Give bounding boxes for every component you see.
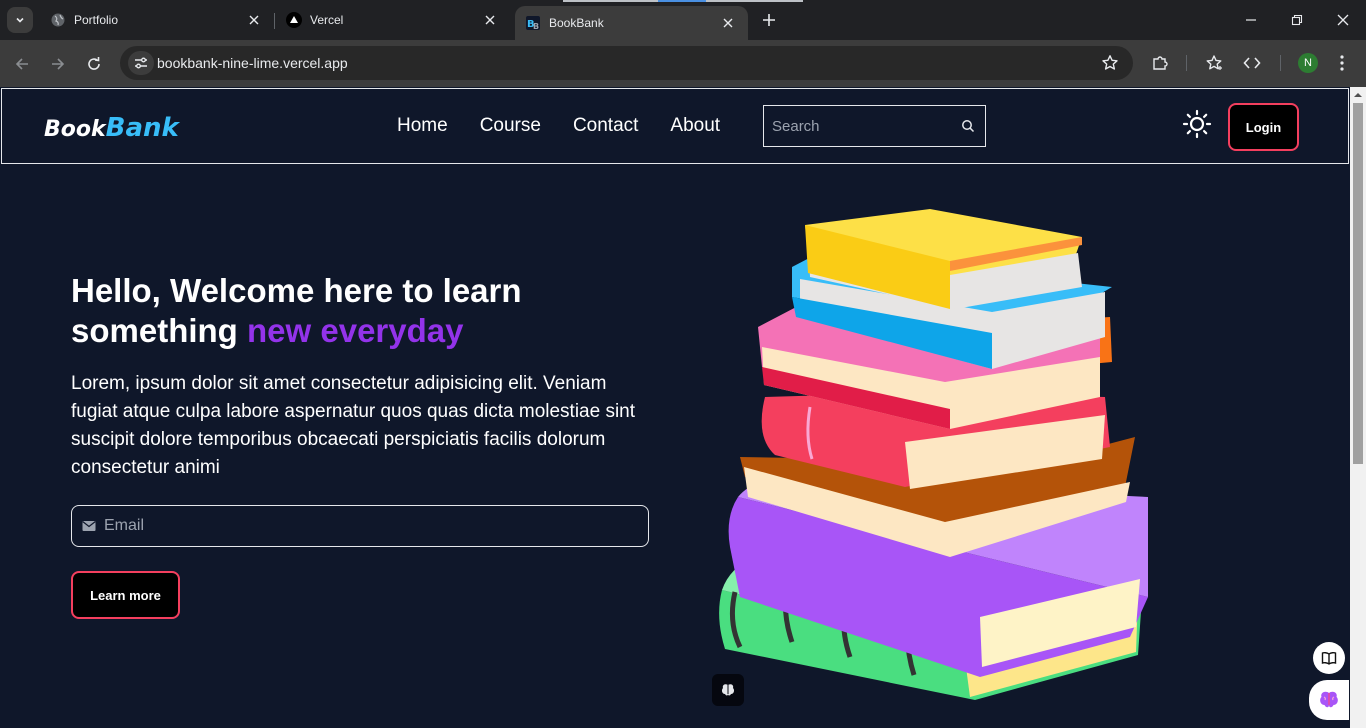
close-icon [1337, 14, 1349, 26]
globe-icon [50, 12, 66, 28]
chevron-down-icon [16, 17, 24, 23]
hero-title-accent: new everyday [247, 312, 464, 349]
url-text: bookbank-nine-lime.vercel.app [157, 55, 348, 71]
hero-description: Lorem, ipsum dolor sit amet consectetur … [71, 373, 636, 478]
search-input[interactable] [764, 106, 954, 146]
toolbar-divider [1186, 55, 1187, 71]
brain-icon [721, 684, 735, 696]
nav-link-course[interactable]: Course [480, 115, 541, 137]
open-book-icon [1321, 652, 1337, 665]
nav-links: Home Course Contact About [397, 115, 720, 137]
close-window-button[interactable] [1320, 0, 1366, 40]
search-box [763, 105, 986, 147]
new-tab-button[interactable] [757, 8, 781, 32]
ai-assistant-button[interactable] [1309, 680, 1349, 720]
tab-title: BookBank [549, 16, 604, 30]
hero-title: Hello, Welcome here to learn something n… [71, 271, 671, 351]
restore-button[interactable] [1274, 0, 1320, 40]
brain-extension-button[interactable] [712, 674, 744, 706]
tab-divider [274, 13, 275, 29]
minimize-button[interactable] [1228, 0, 1274, 40]
side-reader-button[interactable] [1313, 642, 1345, 674]
sun-icon[interactable] [1182, 109, 1212, 139]
extensions-puzzle-icon[interactable] [1150, 53, 1170, 73]
hero-title-line2: something [71, 312, 248, 349]
tab-title: Vercel [310, 13, 344, 27]
close-icon[interactable] [480, 10, 500, 30]
tab-title: Portfolio [74, 13, 119, 27]
nav-link-about[interactable]: About [670, 115, 720, 137]
arrow-left-icon [15, 58, 28, 70]
logo-part-bank: Bank [105, 113, 179, 143]
arrow-right-icon [52, 58, 65, 70]
vercel-triangle-icon [286, 12, 302, 28]
nav-link-home[interactable]: Home [397, 115, 448, 137]
hero-title-line1: Hello, Welcome here to learn [71, 272, 522, 309]
tab-bookbank[interactable]: BB BookBank [515, 6, 748, 40]
reload-button[interactable] [80, 50, 108, 78]
code-brackets-icon[interactable] [1242, 53, 1262, 73]
back-button[interactable] [8, 50, 36, 78]
learn-more-button[interactable]: Learn more [71, 571, 180, 619]
browser-tabstrip: Portfolio Vercel BB BookBank [0, 0, 1366, 40]
page-scrollbar[interactable] [1350, 87, 1366, 728]
bookbank-favicon: BB [525, 15, 541, 31]
search-icon[interactable] [961, 119, 975, 133]
logo-part-book: Book [44, 117, 106, 142]
tab-portfolio[interactable]: Portfolio [40, 0, 274, 40]
page-loading-bar [563, 0, 803, 2]
toolbar-divider [1280, 55, 1281, 71]
ai-brain-icon [1320, 691, 1338, 708]
scrollbar-thumb[interactable] [1353, 103, 1363, 464]
reading-list-star-icon[interactable] [1204, 53, 1224, 73]
email-field-wrapper [71, 505, 649, 547]
page-viewport: BookBank Home Course Contact About Login… [0, 87, 1366, 728]
login-button[interactable]: Login [1228, 103, 1299, 151]
tab-search-button[interactable] [7, 7, 33, 33]
email-input[interactable] [104, 506, 644, 546]
close-icon[interactable] [718, 13, 738, 33]
nav-link-contact[interactable]: Contact [573, 115, 638, 137]
address-bar[interactable]: bookbank-nine-lime.vercel.app [120, 46, 1133, 80]
minimize-icon [1246, 19, 1256, 21]
forward-button[interactable] [44, 50, 72, 78]
envelope-icon [82, 521, 96, 531]
tab-vercel[interactable]: Vercel [276, 0, 510, 40]
bookmark-star-icon[interactable] [1101, 54, 1119, 72]
scroll-up-arrow-icon[interactable] [1350, 87, 1366, 103]
close-icon[interactable] [244, 10, 264, 30]
site-logo[interactable]: BookBank [44, 113, 179, 143]
site-navbar: BookBank Home Course Contact About Login [1, 88, 1349, 164]
restore-icon [1291, 14, 1303, 26]
reload-icon [88, 57, 100, 70]
book-stack-illustration [719, 209, 1148, 700]
plus-icon [763, 14, 775, 26]
more-vert-icon[interactable] [1332, 53, 1352, 73]
site-info-icon[interactable] [128, 51, 154, 75]
browser-toolbar: bookbank-nine-lime.vercel.app N [0, 40, 1366, 87]
profile-avatar[interactable]: N [1298, 53, 1318, 73]
svg-text:B: B [533, 22, 539, 31]
